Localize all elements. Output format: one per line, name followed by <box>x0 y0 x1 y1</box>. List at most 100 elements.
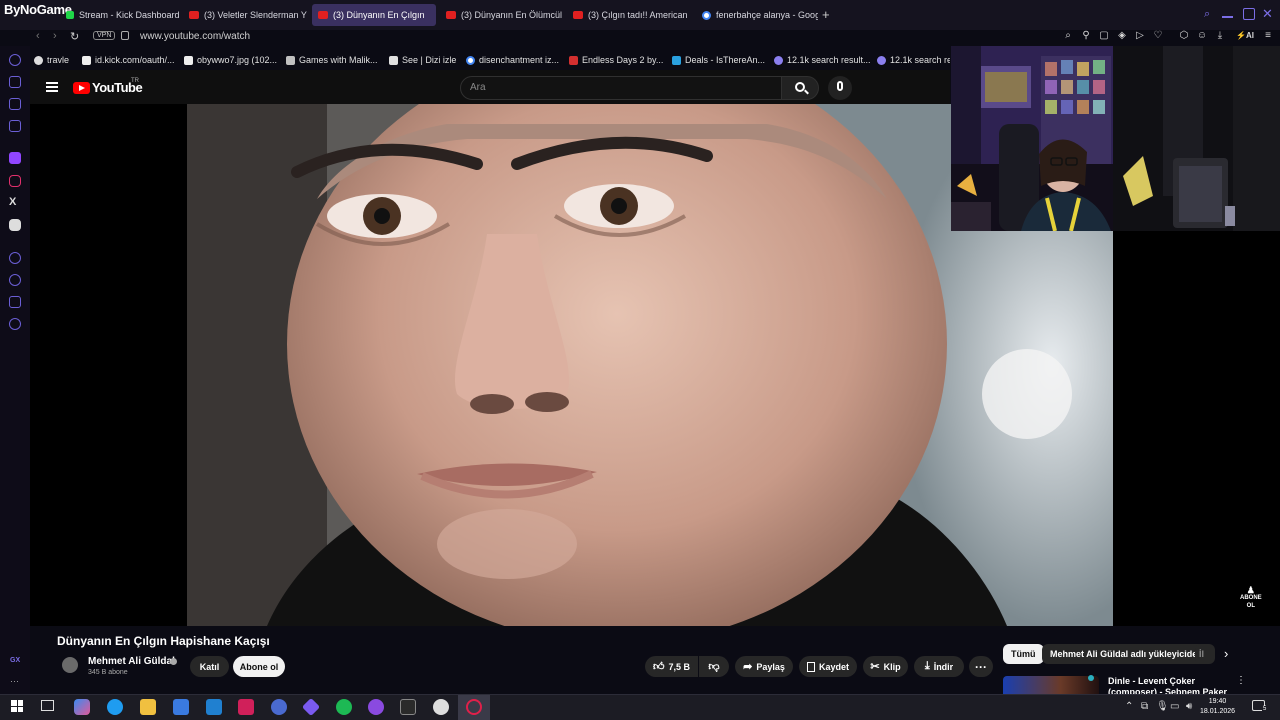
menu-icon[interactable]: ≡ <box>1262 30 1274 42</box>
chrome-icon[interactable] <box>433 699 449 715</box>
vpn-badge[interactable]: VPN <box>93 31 116 40</box>
tray-app-icon[interactable]: ⧉ <box>1141 701 1148 712</box>
bookmark-search-results-2[interactable]: 12.1k search res <box>877 53 950 67</box>
tab-kick-dashboard[interactable]: Stream - Kick Dashboard <box>60 4 180 26</box>
tab-cilgin-tadi[interactable]: (3) Çılgın tadı!! American <box>567 4 691 26</box>
lock-icon[interactable] <box>121 31 129 40</box>
extensions-icon[interactable]: ⬡ <box>1178 30 1190 42</box>
search-button[interactable] <box>781 76 819 100</box>
dislike-button[interactable]: 👎︎ <box>699 656 729 677</box>
like-button[interactable]: 👍︎ 7,5 B <box>645 656 698 677</box>
network-icon[interactable]: ▭ <box>1170 701 1179 712</box>
task-view-icon[interactable] <box>41 700 54 711</box>
ai-icon[interactable]: ⚡AI <box>1236 30 1254 42</box>
sidebar-player-icon[interactable] <box>9 252 21 264</box>
opera-gx-icon[interactable] <box>466 699 482 715</box>
heart-icon[interactable]: ♡ <box>1152 30 1164 42</box>
gx-label[interactable]: GX <box>10 657 20 664</box>
chip-all[interactable]: Tümü <box>1003 644 1044 664</box>
tab-dunyanin-en-olumcul[interactable]: (3) Dünyanın En Ölümcül <box>440 4 564 26</box>
chip-related[interactable]: İl <box>1195 644 1215 664</box>
store-icon[interactable] <box>173 699 189 715</box>
spotify-icon[interactable] <box>336 699 352 715</box>
hamburger-menu-icon[interactable] <box>46 82 58 92</box>
bookmark-endless-days[interactable]: Endless Days 2 by... <box>569 53 663 67</box>
channel-name[interactable]: Mehmet Ali Güldal <box>88 656 175 667</box>
recommendation-more-icon[interactable]: ⋮ <box>1236 675 1246 686</box>
subscribe-watermark[interactable]: ♟ ABONE OL <box>1240 586 1262 610</box>
sidebar-more-icon[interactable]: ··· <box>10 676 19 686</box>
back-icon[interactable]: ‹ <box>36 30 40 42</box>
close-icon[interactable]: ✕ <box>1262 6 1273 22</box>
tray-mic-icon[interactable]: 🎙︎ <box>1156 701 1169 712</box>
bookmark-obywwo7[interactable]: obywwo7.jpg (102... <box>184 53 277 67</box>
profile-icon[interactable]: ☺ <box>1196 30 1208 42</box>
maximize-icon[interactable] <box>1243 8 1255 20</box>
minimize-icon[interactable] <box>1222 16 1233 18</box>
search-tabs-icon[interactable]: ⌕ <box>1204 8 1210 21</box>
screenshot-icon[interactable]: ▢ <box>1098 30 1110 42</box>
bookmark-dizi-izle[interactable]: See | Dizi izle <box>389 53 456 67</box>
youtube-logo-icon[interactable] <box>73 82 90 94</box>
bookmark-kick-oauth[interactable]: id.kick.com/oauth/... <box>82 53 175 67</box>
bookmark-search-results-1[interactable]: 12.1k search result... <box>774 53 871 67</box>
taskbar-clock[interactable]: 19:40 18.01.2026 <box>1200 697 1235 717</box>
sidebar-bag-icon[interactable] <box>9 76 21 88</box>
chip-from-uploader[interactable]: Mehmet Ali Güldal adlı yükleyiciden <box>1042 644 1211 664</box>
tab-slenderman[interactable]: (3) Veletler Slenderman Y <box>183 4 307 26</box>
forward-icon[interactable]: › <box>53 30 57 42</box>
tab-label: (3) Veletler Slenderman Y <box>204 10 307 20</box>
search-input[interactable] <box>460 76 782 100</box>
sidebar-m-icon[interactable] <box>9 120 21 132</box>
app-v-icon[interactable] <box>238 699 254 715</box>
new-tab-icon[interactable]: + <box>822 7 830 22</box>
bookmark-disenchantment[interactable]: disenchantment iz... <box>466 53 559 67</box>
copilot-icon[interactable] <box>74 699 90 715</box>
region-code: TR <box>131 78 139 84</box>
shield-icon[interactable]: ◈ <box>1116 30 1128 42</box>
browser-sidebar <box>0 46 30 694</box>
instagram-icon[interactable] <box>9 175 21 187</box>
tab-dunyanin-en-cilgin[interactable]: (3) Dünyanın En Çılgın <box>312 4 436 26</box>
settings-icon[interactable] <box>9 318 21 330</box>
x-twitter-icon[interactable]: X <box>9 196 16 208</box>
bookmark-label: 12.1k search result... <box>787 55 871 65</box>
app-game-icon[interactable] <box>271 699 287 715</box>
sidebar-refresh-icon[interactable] <box>9 54 21 66</box>
discord-icon[interactable] <box>9 219 21 231</box>
mail-icon[interactable] <box>206 699 222 715</box>
reload-icon[interactable]: ↻ <box>70 30 79 43</box>
clip-button[interactable]: ✂ Klip <box>863 656 908 677</box>
save-button[interactable]: Kaydet <box>799 656 857 677</box>
twitch-icon[interactable] <box>9 152 21 164</box>
file-explorer-icon[interactable] <box>140 699 156 715</box>
bookmark-isthereanydeal[interactable]: Deals - IsThereAn... <box>672 53 765 67</box>
channel-avatar[interactable] <box>62 657 78 673</box>
sidebar-extensions-icon[interactable] <box>9 296 21 308</box>
share-button[interactable]: ➦ Paylaş <box>735 656 793 677</box>
subscribe-button[interactable]: Abone ol <box>233 656 285 677</box>
obs-icon[interactable] <box>368 699 384 715</box>
play-icon[interactable]: ▷ <box>1134 30 1146 42</box>
more-actions-button[interactable]: ··· <box>969 656 993 677</box>
epic-games-icon[interactable] <box>400 699 416 715</box>
windows-start-icon[interactable] <box>11 700 23 712</box>
sidebar-controller-icon[interactable] <box>9 98 21 110</box>
bookmark-travle[interactable]: travle <box>34 53 69 67</box>
tray-overflow-icon[interactable]: ⌃ <box>1125 701 1133 712</box>
history-icon[interactable] <box>9 274 21 286</box>
edge-icon[interactable] <box>107 699 123 715</box>
pin-icon[interactable]: ⚲ <box>1080 30 1092 42</box>
kick-icon <box>66 11 74 19</box>
bookmark-games-malik[interactable]: Games with Malik... <box>286 53 378 67</box>
chevron-right-icon[interactable]: › <box>1224 646 1228 661</box>
volume-icon[interactable]: 🔊︎ <box>1186 701 1192 712</box>
tab-fenerbahce-google[interactable]: fenerbahçe alanya - Goog <box>696 4 818 26</box>
voice-search-button[interactable] <box>828 76 852 100</box>
recommendation-thumbnail[interactable] <box>1003 676 1099 694</box>
download-icon[interactable]: ⤓ <box>1214 30 1226 42</box>
join-button[interactable]: Katıl <box>190 656 229 677</box>
url-field[interactable]: www.youtube.com/watch <box>140 31 250 42</box>
zoom-icon[interactable]: ⌕ <box>1062 30 1074 42</box>
download-button[interactable]: ⤓ İndir <box>914 656 964 677</box>
